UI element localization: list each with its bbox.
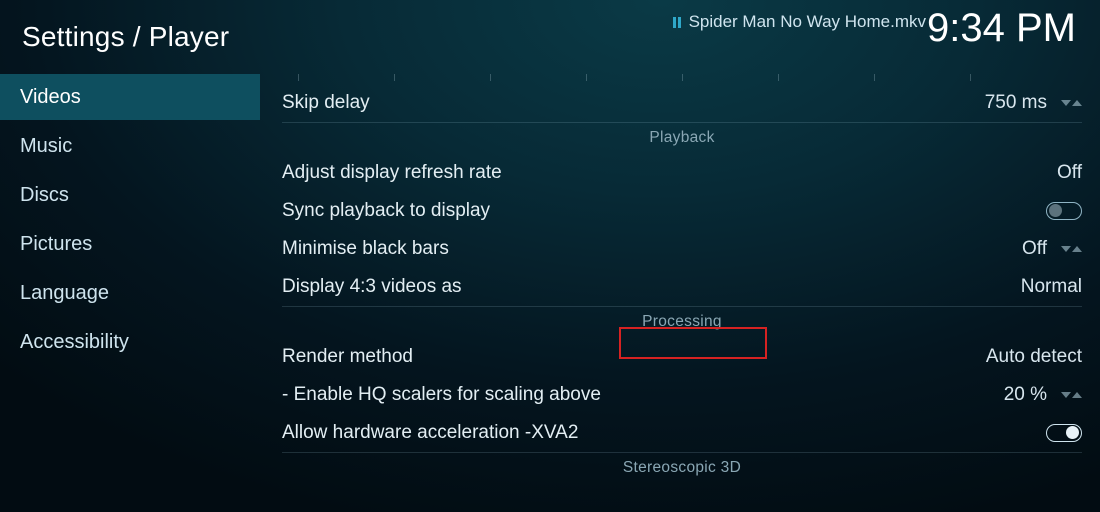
toggle-switch[interactable] <box>1046 424 1082 442</box>
sidebar-item-accessibility[interactable]: Accessibility <box>0 319 260 365</box>
chevron-down-icon <box>1061 98 1071 108</box>
sidebar-item-pictures[interactable]: Pictures <box>0 221 260 267</box>
setting-value: 20 % <box>1004 384 1047 406</box>
setting-skip-delay[interactable]: Skip delay 750 ms <box>260 84 1082 122</box>
setting-value: Auto detect <box>986 346 1082 368</box>
chevron-up-icon <box>1072 244 1082 254</box>
setting-value: Off <box>1022 238 1047 260</box>
chevron-down-icon <box>1061 244 1071 254</box>
setting-display-4-3[interactable]: Display 4:3 videos as Normal <box>260 268 1082 306</box>
sidebar-item-videos[interactable]: Videos <box>0 74 260 120</box>
spinner-control[interactable] <box>1061 244 1082 254</box>
setting-sync-playback[interactable]: Sync playback to display <box>260 192 1082 230</box>
page-title: Settings / Player <box>22 21 229 53</box>
setting-hq-scalers[interactable]: - Enable HQ scalers for scaling above 20… <box>260 376 1082 414</box>
setting-label: Minimise black bars <box>282 238 449 260</box>
setting-label: Sync playback to display <box>282 200 490 222</box>
section-playback: Playback <box>282 123 1082 154</box>
setting-render-method[interactable]: Render method Auto detect <box>260 338 1082 376</box>
section-stereoscopic: Stereoscopic 3D <box>282 453 1082 484</box>
sidebar-item-language[interactable]: Language <box>0 270 260 316</box>
section-processing: Processing <box>282 307 1082 338</box>
setting-value: Off <box>1057 162 1082 184</box>
settings-panel: Skip delay 750 ms Playback Adjust displa… <box>260 74 1100 512</box>
chevron-up-icon <box>1072 98 1082 108</box>
setting-minimise-black-bars[interactable]: Minimise black bars Off <box>260 230 1082 268</box>
pause-icon <box>673 17 681 28</box>
setting-value: Normal <box>1021 276 1082 298</box>
spinner-control[interactable] <box>1061 98 1082 108</box>
toggle-switch[interactable] <box>1046 202 1082 220</box>
sidebar-item-discs[interactable]: Discs <box>0 172 260 218</box>
now-playing-label: Spider Man No Way Home.mkv <box>689 12 926 32</box>
slider-ticks <box>282 74 1082 84</box>
setting-label: Allow hardware acceleration -XVA2 <box>282 422 578 444</box>
sidebar: Videos Music Discs Pictures Language Acc… <box>0 74 260 512</box>
clock: 9:34 PM <box>927 6 1076 51</box>
setting-label: Skip delay <box>282 92 370 114</box>
main: Videos Music Discs Pictures Language Acc… <box>0 74 1100 512</box>
header: Settings / Player Spider Man No Way Home… <box>0 0 1100 74</box>
setting-hw-accel[interactable]: Allow hardware acceleration -XVA2 <box>260 414 1082 452</box>
setting-label: - Enable HQ scalers for scaling above <box>282 384 601 406</box>
now-playing[interactable]: Spider Man No Way Home.mkv <box>673 12 926 32</box>
setting-label: Adjust display refresh rate <box>282 162 502 184</box>
setting-label: Render method <box>282 346 413 368</box>
chevron-up-icon <box>1072 390 1082 400</box>
spinner-control[interactable] <box>1061 390 1082 400</box>
setting-adjust-refresh[interactable]: Adjust display refresh rate Off <box>260 154 1082 192</box>
sidebar-item-music[interactable]: Music <box>0 123 260 169</box>
setting-value: 750 ms <box>985 92 1047 114</box>
chevron-down-icon <box>1061 390 1071 400</box>
setting-label: Display 4:3 videos as <box>282 276 462 298</box>
